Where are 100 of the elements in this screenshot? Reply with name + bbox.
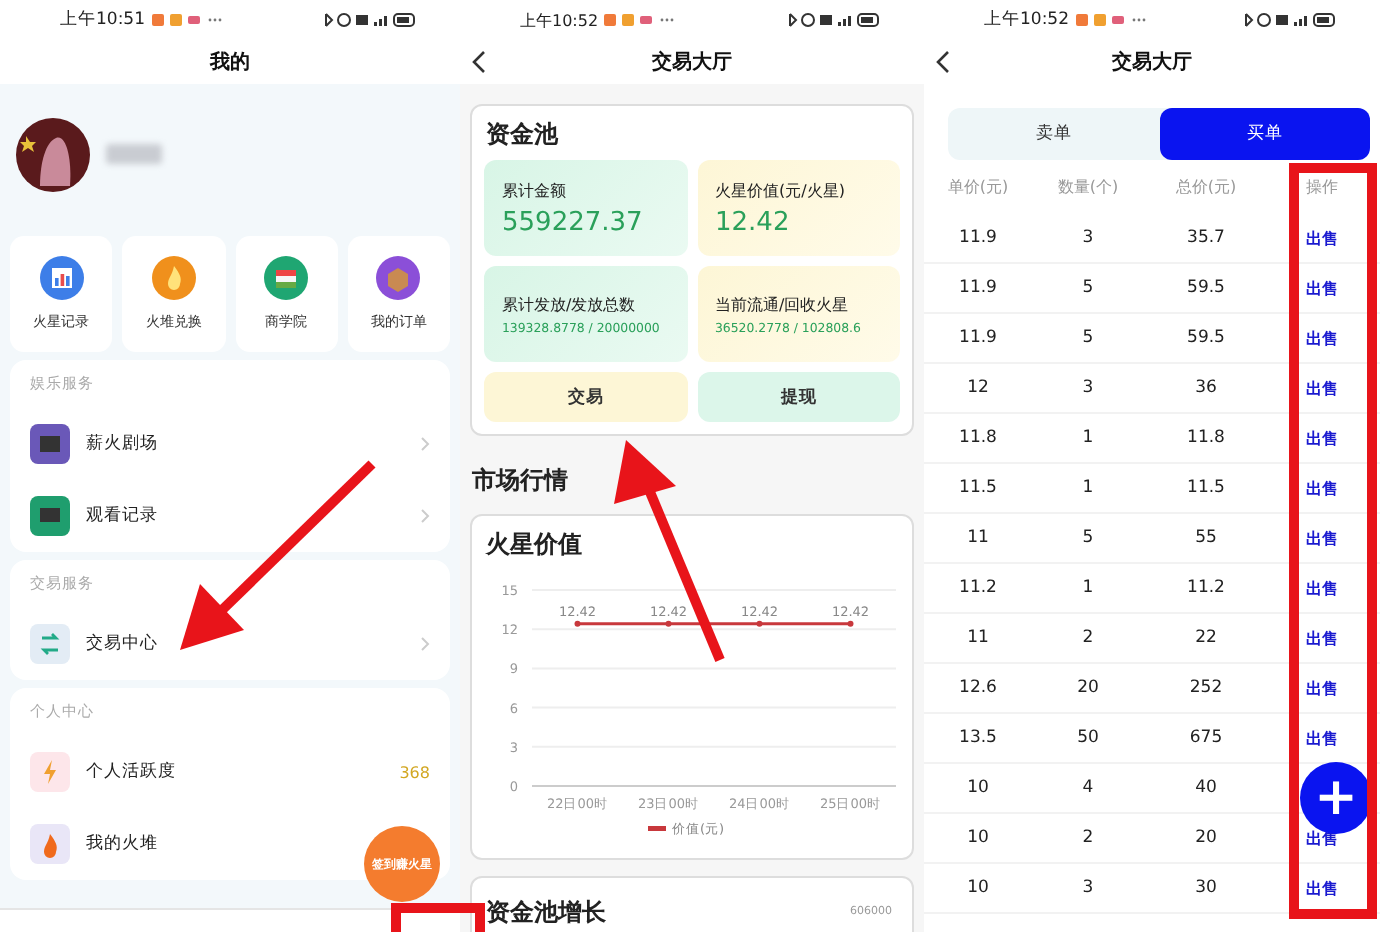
menu-item[interactable]: 观看记录 xyxy=(86,506,158,526)
table-cell-text: 4 xyxy=(1080,778,1096,798)
exchange-icon xyxy=(30,624,70,664)
menu-item[interactable]: 我的火堆 xyxy=(86,834,158,854)
back-icon[interactable] xyxy=(472,50,488,74)
sell-link[interactable]: 出售 xyxy=(1264,227,1380,249)
sell-link[interactable]: 出售 xyxy=(1264,577,1380,599)
table-cell-text: 50 xyxy=(1075,728,1101,748)
table-cell-text: 252 xyxy=(1187,678,1225,698)
back-icon[interactable] xyxy=(936,50,952,74)
table-cell-text: 40 xyxy=(1193,778,1219,798)
table-cell-text: 10 xyxy=(965,878,991,898)
table-cell-text: 30 xyxy=(1193,878,1219,898)
status-time: 上午10:51 xyxy=(60,8,145,32)
blurred-username xyxy=(106,144,162,164)
table-cell-text: 675 xyxy=(1187,728,1225,748)
sell-link[interactable]: 出售 xyxy=(1264,627,1380,649)
chart-title: 资金池增长 xyxy=(486,896,606,930)
table-cell-text: 12 xyxy=(965,378,991,398)
sell-link[interactable]: 出售 xyxy=(1264,427,1380,449)
activity-value: 368 xyxy=(399,763,430,781)
sell-link[interactable]: 出售 xyxy=(1264,677,1380,699)
menu-item[interactable]: 个人活跃度 xyxy=(86,762,176,782)
chevron-icon xyxy=(420,636,430,652)
table-cell-text: 59.5 xyxy=(1185,328,1227,348)
chart-icon xyxy=(39,256,84,300)
flame-icon xyxy=(151,256,196,300)
table-cell-text: 10 xyxy=(965,828,991,848)
table-cell-text: 3 xyxy=(1080,378,1096,398)
sell-link[interactable]: 出售 xyxy=(1264,477,1380,499)
box-icon xyxy=(376,256,421,300)
menu-item[interactable]: 交易中心 xyxy=(86,634,158,654)
table-cell-text: 35.7 xyxy=(1185,228,1227,248)
column-header: 单价(元) xyxy=(945,176,1011,198)
stat-value: 559227.37 xyxy=(502,207,645,237)
table-cell-text: 11.5 xyxy=(957,478,999,498)
order-tab[interactable]: 卖单 xyxy=(948,108,1159,160)
table-cell-text: 36 xyxy=(1193,378,1219,398)
card-title: 资金池 xyxy=(486,118,560,152)
table-cell-text: 55 xyxy=(1193,528,1219,548)
table-cell-text: 11.9 xyxy=(957,278,999,298)
status-icons xyxy=(1242,12,1336,28)
table-cell-text: 12.6 xyxy=(957,678,999,698)
table-cell-text: 13.5 xyxy=(957,728,999,748)
table-cell-text: 11 xyxy=(965,528,991,548)
stat-label: 火星价值(元/火星) xyxy=(715,179,847,201)
sell-link[interactable]: 出售 xyxy=(1264,377,1380,399)
screen-title: 交易大厅 xyxy=(1112,48,1192,76)
data-point xyxy=(574,620,581,627)
table-cell-text: 1 xyxy=(1080,478,1096,498)
status-time: 上午10:52 xyxy=(520,9,599,31)
notification-icon xyxy=(1075,12,1145,28)
notification-icon xyxy=(151,12,221,28)
table-cell-text: 3 xyxy=(1080,878,1096,898)
highlight-frame xyxy=(391,903,485,932)
withdraw-button[interactable]: 提现 xyxy=(697,372,900,422)
sell-link[interactable]: 出售 xyxy=(1264,327,1380,349)
stat-label: 当前流通/回收火星 xyxy=(715,293,851,315)
trade-button[interactable]: 交易 xyxy=(484,372,687,422)
column-header: 总价(元) xyxy=(1173,176,1239,198)
avatar[interactable] xyxy=(16,117,90,191)
column-header: 数量(个) xyxy=(1055,176,1121,198)
status-icons xyxy=(322,12,416,28)
chevron-icon xyxy=(420,436,430,452)
table-cell-text: 11.2 xyxy=(1185,578,1227,598)
column-header: 操作 xyxy=(1304,176,1340,198)
chevron-icon xyxy=(420,508,430,524)
table-cell-text: 11.9 xyxy=(957,328,999,348)
table-cell-text: 2 xyxy=(1080,828,1096,848)
screen-title: 我的 xyxy=(210,49,250,76)
chart-title: 火星价值 xyxy=(486,528,584,562)
books-icon xyxy=(264,256,309,300)
stat-label: 累计金额 xyxy=(502,179,568,201)
data-point xyxy=(847,620,854,627)
table-cell-text: 1 xyxy=(1080,578,1096,598)
data-point xyxy=(665,620,672,627)
table-cell-text: 11.9 xyxy=(957,228,999,248)
flame-icon xyxy=(30,824,70,864)
table-cell-text: 10 xyxy=(965,778,991,798)
order-tab[interactable]: 买单 xyxy=(1159,108,1370,160)
menu-item[interactable]: 薪火剧场 xyxy=(86,434,158,454)
notification-icon xyxy=(604,12,675,28)
table-cell-text: 5 xyxy=(1080,328,1096,348)
table-cell-text: 5 xyxy=(1080,278,1096,298)
table-cell-text: 22 xyxy=(1193,628,1219,648)
table-cell-text: 11.8 xyxy=(957,428,999,448)
table-cell-text: 20 xyxy=(1075,678,1101,698)
stat-label: 累计发放/发放总数 xyxy=(502,293,638,315)
screen-title: 交易大厅 xyxy=(652,48,732,76)
tv-icon xyxy=(30,496,70,536)
sell-link[interactable]: 出售 xyxy=(1264,877,1380,899)
table-cell-text: 11 xyxy=(965,628,991,648)
table-cell-text: 11.8 xyxy=(1185,428,1227,448)
table-cell-text: 11.5 xyxy=(1185,478,1227,498)
sell-link[interactable]: 出售 xyxy=(1264,527,1380,549)
data-point xyxy=(756,620,763,627)
sell-link[interactable]: 出售 xyxy=(1264,277,1380,299)
table-cell-text: 59.5 xyxy=(1185,278,1227,298)
sell-link[interactable]: 出售 xyxy=(1264,727,1380,749)
table-cell-text: 5 xyxy=(1080,528,1096,548)
